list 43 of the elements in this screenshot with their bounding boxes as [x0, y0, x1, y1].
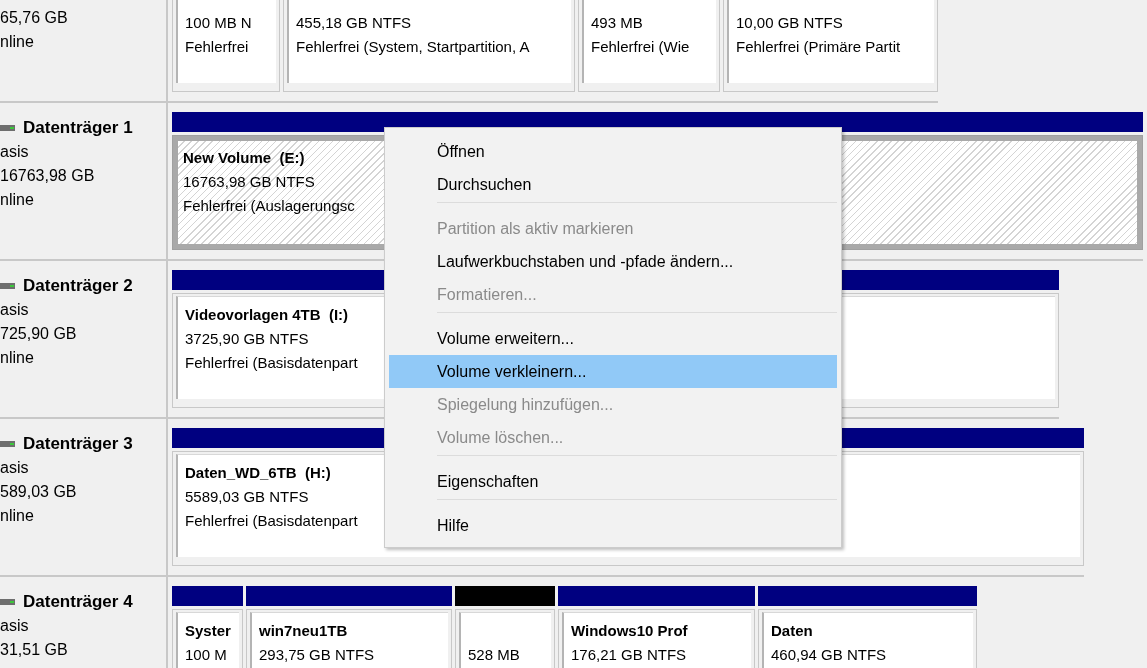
- disk-size: 589,03 GB: [0, 482, 78, 502]
- disk-type: asis: [0, 616, 30, 636]
- partition-name: Syster: [185, 621, 231, 641]
- disk-type: asis: [0, 458, 30, 478]
- disk-name: Datenträger 3: [23, 433, 133, 455]
- partition-name: Daten: [771, 621, 813, 641]
- disk-name: Datenträger 2: [23, 275, 133, 297]
- partition-name: Videovorlagen 4TB (I:): [185, 305, 349, 325]
- disk-status: nline: [0, 190, 35, 210]
- partition-size: 3725,90 GB NTFS: [185, 329, 309, 349]
- disk-size: 31,51 GB: [0, 640, 69, 660]
- disk-type: asis: [0, 300, 30, 320]
- disk-size: 16763,98 GB: [0, 166, 96, 186]
- partition-size: 10,00 GB NTFS: [736, 13, 843, 33]
- disk-status: nline: [0, 32, 35, 52]
- partition-status: Fehlerfrei: [185, 37, 249, 57]
- partition-size: 5589,03 GB NTFS: [185, 487, 309, 507]
- disk-type: asis: [0, 142, 30, 162]
- partition-status: Fehlerfrei (Wie: [591, 37, 690, 57]
- partition-name: win7neu1TB: [259, 621, 348, 641]
- partition-status: Fehlerfrei (Primäre Partit: [736, 37, 901, 57]
- disk-status: nline: [0, 506, 35, 526]
- disk-name: Datenträger 4: [23, 591, 133, 613]
- partition-size: 16763,98 GB NTFS: [183, 172, 315, 192]
- partition-size: 100 MB N: [185, 13, 252, 33]
- partition-status: Fehlerfrei (Auslagerungsc: [183, 196, 355, 216]
- partition-size: 293,75 GB NTFS: [259, 645, 375, 665]
- disk-status: nline: [0, 348, 35, 368]
- disk-size: 65,76 GB: [0, 8, 69, 28]
- partition-size: 528 MB: [468, 645, 520, 665]
- partition-name: Daten_WD_6TB (H:): [185, 463, 331, 483]
- partition-name: New Volume (E:): [183, 148, 305, 168]
- partition-status: Fehlerfrei (Basisdatenpart: [185, 511, 358, 531]
- partition-size: 460,94 GB NTFS: [771, 645, 887, 665]
- partition-name: Windows10 Prof: [571, 621, 688, 641]
- partition-size: 176,21 GB NTFS: [571, 645, 687, 665]
- partition-status: Fehlerfrei (Basisdatenpart: [185, 353, 358, 373]
- disk-name: Datenträger 1: [23, 117, 133, 139]
- partition-size: 493 MB: [591, 13, 643, 33]
- partition-status: Fehlerfrei (System, Startpartition, A: [296, 37, 530, 57]
- disk-size: 725,90 GB: [0, 324, 78, 344]
- partition-size: 455,18 GB NTFS: [296, 13, 412, 33]
- partition-size: 100 M: [185, 645, 227, 665]
